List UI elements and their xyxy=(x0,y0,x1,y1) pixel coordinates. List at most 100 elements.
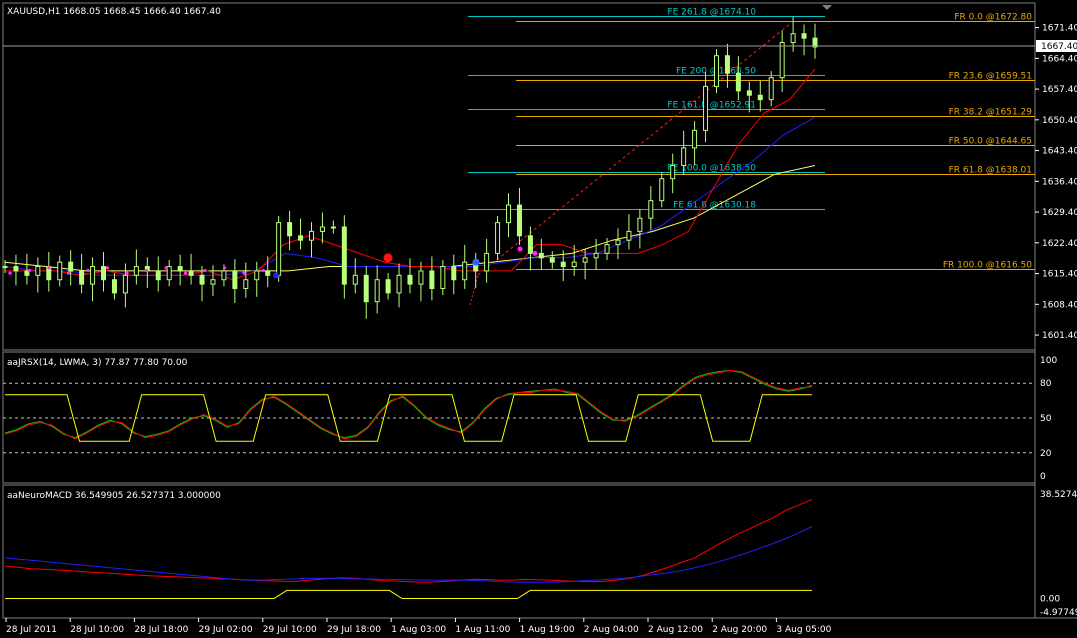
candle-body xyxy=(703,85,709,131)
candle-body xyxy=(363,274,369,303)
ma-dot xyxy=(242,271,246,275)
candle-body xyxy=(232,270,238,290)
candle-body xyxy=(692,129,698,149)
ma-dot xyxy=(261,268,266,273)
fib-label: FE 161.8 @1652.91 xyxy=(667,101,756,111)
candle-body xyxy=(374,279,380,303)
time-tick-label: 28 Jul 18:00 xyxy=(134,625,188,635)
fib-label: FR 38.2 @1651.29 xyxy=(949,108,1033,118)
ma-dot xyxy=(27,268,32,273)
price-tick-label: 1601.40 xyxy=(1042,331,1077,341)
ma-dot xyxy=(164,266,168,270)
fib-label: FR 61.8 @1638.01 xyxy=(949,166,1032,176)
candle-body xyxy=(637,217,643,232)
candle-body xyxy=(177,266,183,272)
chart-shift-marker xyxy=(822,5,832,10)
rsx-tick-label: 20 xyxy=(1040,449,1052,459)
trading-chart[interactable]: XAUUSD,H1 1668.05 1668.45 1666.40 1667.4… xyxy=(0,0,1077,638)
ma-dot xyxy=(183,271,188,275)
macd-tick-label: -4.97749 xyxy=(1040,608,1077,618)
candle-body xyxy=(90,266,96,285)
price-tick-label: 1643.40 xyxy=(1042,147,1077,157)
ma-dot xyxy=(144,268,149,273)
price-tick-label: 1622.40 xyxy=(1042,239,1077,249)
candle-body xyxy=(462,261,468,281)
candle-body xyxy=(506,204,512,224)
candle-body xyxy=(746,90,752,96)
candle-body xyxy=(418,270,424,285)
rsx-tick-label: 50 xyxy=(1040,414,1052,424)
rsx-series-line xyxy=(4,369,813,439)
macd-axis: 38.52742 0.00 -4.97749 xyxy=(1040,490,1077,618)
candle-body xyxy=(429,270,435,290)
candle-body xyxy=(593,252,599,259)
candle-body xyxy=(571,261,577,268)
rsx-grid xyxy=(3,382,1035,454)
candle-body xyxy=(210,279,216,285)
fib-label: FR 0.0 @1672.80 xyxy=(954,13,1032,23)
time-tick-label: 1 Aug 19:00 xyxy=(520,625,575,635)
candle-body xyxy=(287,222,293,237)
ma-dot xyxy=(125,271,129,275)
candle-body xyxy=(495,222,501,254)
candle-body xyxy=(199,274,205,285)
candle-body xyxy=(298,235,304,241)
candle-body xyxy=(681,147,687,167)
candle-body xyxy=(243,279,249,290)
candle-body xyxy=(308,230,314,241)
candle-body xyxy=(101,266,107,281)
time-tick-label: 2 Aug 20:00 xyxy=(712,625,767,635)
price-tick-label: 1608.40 xyxy=(1042,300,1077,310)
macd-header: aaNeuroMACD 36.549905 26.527371 3.000000 xyxy=(7,491,221,501)
rsx-axis: 100 80 50 20 0 xyxy=(1040,356,1057,482)
ma-dot xyxy=(8,271,12,275)
candle-body xyxy=(757,94,763,101)
macd-series-line xyxy=(4,498,813,583)
candle-body xyxy=(166,266,172,281)
ma-yellow-line xyxy=(4,165,816,272)
candle-body xyxy=(790,33,796,44)
candle-body xyxy=(451,266,457,281)
candle-body xyxy=(516,204,522,237)
current-price-marker: 1667.40 xyxy=(3,40,1077,52)
candle-body xyxy=(560,261,566,268)
candle-body xyxy=(538,252,544,259)
candle-body xyxy=(604,244,610,254)
price-axis: 1671.40 1664.40 1657.40 1650.40 1643.40 1636.… xyxy=(1035,24,1077,341)
price-tick-label: 1657.40 xyxy=(1042,85,1077,95)
time-tick-label: 29 Jul 10:00 xyxy=(263,625,317,635)
price-tick-label: 1664.40 xyxy=(1042,54,1077,64)
time-tick-label: 29 Jul 02:00 xyxy=(199,625,253,635)
candle-body xyxy=(254,270,260,281)
candle-body xyxy=(276,222,282,276)
candle-body xyxy=(615,239,621,246)
ma-cross-dot xyxy=(273,272,279,279)
candle-body xyxy=(713,55,719,87)
candle-body xyxy=(111,279,117,294)
candle-body xyxy=(13,266,19,272)
time-tick-label: 2 Aug 12:00 xyxy=(648,625,703,635)
candle-body xyxy=(68,261,74,272)
candle-body xyxy=(57,261,63,281)
macd-lines xyxy=(4,498,813,599)
ma-dot xyxy=(66,271,71,275)
candle-body xyxy=(768,77,774,101)
candle-body xyxy=(484,252,490,272)
time-tick-label: 1 Aug 03:00 xyxy=(391,625,446,635)
price-tick-label: 1671.40 xyxy=(1042,24,1077,34)
candle-body xyxy=(670,165,676,180)
rsx-tick-label: 100 xyxy=(1040,356,1057,366)
candle-body xyxy=(779,42,785,79)
macd-tick-label: 0.00 xyxy=(1040,594,1060,604)
rsx-tick-label: 0 xyxy=(1040,472,1046,482)
time-tick-label: 2 Aug 04:00 xyxy=(584,625,639,635)
fib-label: FE 261.8 @1674.10 xyxy=(667,8,756,18)
chart-frame xyxy=(2,2,1077,619)
candle-body xyxy=(319,226,325,232)
candle-body xyxy=(527,235,533,254)
rsx-header: aaJRSX(14, LWMA, 3) 77.87 77.80 70.00 xyxy=(7,358,188,368)
ma-dot xyxy=(222,266,227,270)
candle-body xyxy=(155,270,161,281)
fib-label: FR 23.6 @1659.51 xyxy=(949,72,1032,82)
candle-body xyxy=(440,266,446,290)
